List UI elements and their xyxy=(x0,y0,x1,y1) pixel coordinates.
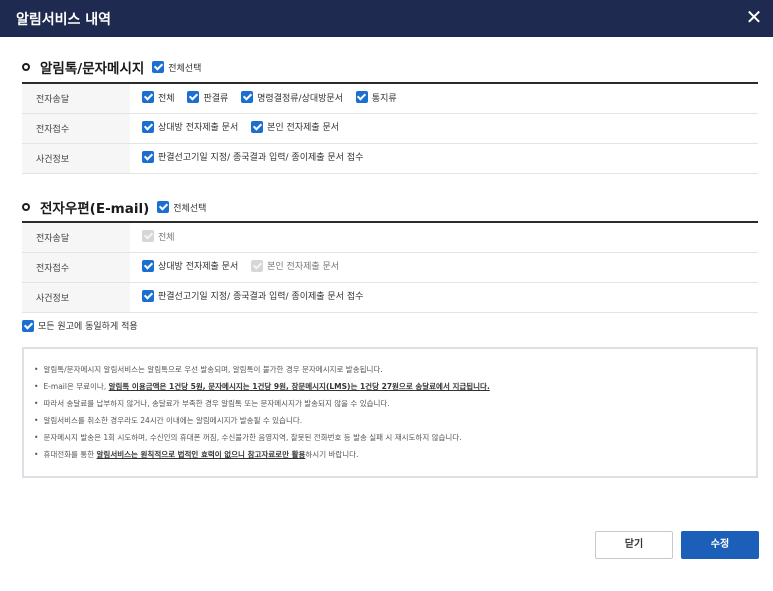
checkbox-label: 상대방 전자제출 문서 xyxy=(158,123,239,134)
notice-text: 하시기 바랍니다. xyxy=(305,450,359,459)
circle-bullet-icon xyxy=(22,63,30,71)
email-options-table: 전자송달 전체 전자접수 상대방 전자제출 문서 본인 전자제출 문서 사건정보… xyxy=(22,221,758,313)
notice-emphasis: 알림톡 이용금액은 1건당 5원, 문자메시지는 1건당 9원, 장문메시지(L… xyxy=(108,382,490,391)
row-options: 판결선고기일 지정/ 종국결과 입력/ 종이제출 문서 접수 xyxy=(130,143,758,174)
checkbox-checked-icon xyxy=(157,201,170,213)
close-button[interactable]: 닫기 xyxy=(595,531,673,559)
checkbox-checked-icon xyxy=(241,91,254,103)
notice-text: E-mail은 무료이나, xyxy=(43,382,109,391)
kakao-section-header: 알림톡/문자메시지 전체선택 xyxy=(22,57,201,77)
checkbox-checked-icon xyxy=(142,120,154,133)
checkbox-label: 전체선택 xyxy=(173,203,207,214)
email-opponent-filing-checkbox[interactable]: 상대방 전자제출 문서 xyxy=(142,259,238,272)
kakao-section-title: 알림톡/문자메시지 xyxy=(40,61,145,77)
kakao-delivery-all-checkbox[interactable]: 전체 xyxy=(142,91,175,104)
dialog-header: 알림서비스 내역 ✕ xyxy=(0,0,773,37)
checkbox-label: 상대방 전자제출 문서 xyxy=(158,262,239,273)
row-header: 사건정보 xyxy=(22,282,130,313)
checkbox-checked-icon xyxy=(142,150,154,163)
notice-item: E-mail은 무료이나, 알림톡 이용금액은 1건당 5원, 문자메시지는 1… xyxy=(34,378,756,395)
checkbox-checked-icon xyxy=(251,120,264,133)
dialog-title: 알림서비스 내역 xyxy=(16,12,112,28)
checkbox-checked-icon xyxy=(142,289,154,302)
close-icon[interactable]: ✕ xyxy=(743,6,765,28)
kakao-order-decision-checkbox[interactable]: 명령결정류/상대방문서 xyxy=(241,91,343,104)
checkbox-label: 본인 전자제출 문서 xyxy=(267,262,340,273)
table-row: 전자접수 상대방 전자제출 문서 본인 전자제출 문서 xyxy=(22,113,758,144)
email-section-header: 전자우편(E-mail) 전체선택 xyxy=(22,197,206,217)
checkbox-disabled-icon xyxy=(142,230,154,242)
notice-item: 휴대전화를 통한 알림서비스는 원칙적으로 법적인 효력이 없으니 참고자료로만… xyxy=(34,446,756,463)
notice-item: 알림톡/문자메시지 알림서비스는 알림톡으로 우선 발송되며, 알림톡이 불가한… xyxy=(34,361,756,378)
checkbox-label: 판결선고기일 지정/ 종국결과 입력/ 종이제출 문서 접수 xyxy=(158,292,364,303)
row-options: 전체 xyxy=(130,221,758,253)
checkbox-label: 본인 전자제출 문서 xyxy=(267,123,340,134)
checkbox-checked-icon xyxy=(355,91,368,103)
checkbox-checked-icon xyxy=(142,259,154,272)
apply-all-plaintiffs-checkbox[interactable]: 모든 원고에 동일하게 적용 xyxy=(22,319,138,332)
row-options: 상대방 전자제출 문서 본인 전자제출 문서 xyxy=(130,252,758,283)
checkbox-checked-icon xyxy=(22,319,34,332)
edit-button[interactable]: 수정 xyxy=(681,531,759,559)
row-header: 전자송달 xyxy=(22,82,130,114)
circle-bullet-icon xyxy=(22,203,30,211)
kakao-own-filing-checkbox[interactable]: 본인 전자제출 문서 xyxy=(251,120,339,133)
checkbox-label: 전체 xyxy=(158,232,175,243)
row-options: 판결선고기일 지정/ 종국결과 입력/ 종이제출 문서 접수 xyxy=(130,282,758,313)
table-row: 전자접수 상대방 전자제출 문서 본인 전자제출 문서 xyxy=(22,252,758,283)
notice-text: 알림톡/문자메시지 알림서비스는 알림톡으로 우선 발송되며, 알림톡이 불가한… xyxy=(43,365,383,374)
row-header: 전자송달 xyxy=(22,221,130,253)
email-delivery-all-checkbox[interactable]: 전체 xyxy=(142,230,175,243)
row-options: 전체 판결류 명령결정류/상대방문서 통지류 xyxy=(130,82,758,114)
checkbox-checked-icon xyxy=(152,61,165,73)
checkbox-disabled-icon xyxy=(251,259,264,272)
email-case-info-checkbox[interactable]: 판결선고기일 지정/ 종국결과 입력/ 종이제출 문서 접수 xyxy=(142,289,363,302)
notice-text: 휴대전화를 통한 xyxy=(43,450,97,459)
notice-text: 따라서 송달료를 납부하지 않거나, 송달료가 부족한 경우 알림톡 또는 문자… xyxy=(43,399,390,408)
checkbox-label: 전체선택 xyxy=(168,63,202,74)
checkbox-label: 전체 xyxy=(158,93,175,104)
notice-list: 알림톡/문자메시지 알림서비스는 알림톡으로 우선 발송되며, 알림톡이 불가한… xyxy=(34,361,756,463)
checkbox-label: 명령결정류/상대방문서 xyxy=(257,93,343,104)
checkbox-label: 판결류 xyxy=(203,93,229,104)
row-header: 전자접수 xyxy=(22,252,130,283)
kakao-judgment-checkbox[interactable]: 판결류 xyxy=(187,91,228,104)
kakao-options-table: 전자송달 전체 판결류 명령결정류/상대방문서 통지류 전자접수 상대방 전자제… xyxy=(22,82,758,174)
row-header: 사건정보 xyxy=(22,143,130,174)
notice-box: 알림톡/문자메시지 알림서비스는 알림톡으로 우선 발송되며, 알림톡이 불가한… xyxy=(22,347,758,478)
table-row: 사건정보 판결선고기일 지정/ 종국결과 입력/ 종이제출 문서 접수 xyxy=(22,282,758,313)
checkbox-label: 통지류 xyxy=(371,93,397,104)
notice-text: 문자메시지 발송은 1회 시도하며, 수신인의 휴대폰 꺼짐, 수신불가한 음영… xyxy=(43,433,462,442)
table-row: 전자송달 전체 xyxy=(22,221,758,253)
kakao-notice-checkbox[interactable]: 통지류 xyxy=(355,91,397,104)
row-header: 전자접수 xyxy=(22,113,130,144)
email-select-all-checkbox[interactable]: 전체선택 xyxy=(157,201,206,214)
kakao-case-info-checkbox[interactable]: 판결선고기일 지정/ 종국결과 입력/ 종이제출 문서 접수 xyxy=(142,150,363,163)
table-row: 사건정보 판결선고기일 지정/ 종국결과 입력/ 종이제출 문서 접수 xyxy=(22,143,758,174)
notice-item: 따라서 송달료를 납부하지 않거나, 송달료가 부족한 경우 알림톡 또는 문자… xyxy=(34,395,756,412)
kakao-opponent-filing-checkbox[interactable]: 상대방 전자제출 문서 xyxy=(142,120,238,133)
row-options: 상대방 전자제출 문서 본인 전자제출 문서 xyxy=(130,113,758,144)
notice-item: 알림서비스를 취소한 경우라도 24시간 이내에는 알림메시지가 발송될 수 있… xyxy=(34,412,756,429)
checkbox-checked-icon xyxy=(142,91,154,103)
checkbox-label: 모든 원고에 동일하게 적용 xyxy=(38,322,138,332)
checkbox-checked-icon xyxy=(187,91,200,103)
email-section-title: 전자우편(E-mail) xyxy=(40,201,150,217)
email-own-filing-checkbox[interactable]: 본인 전자제출 문서 xyxy=(251,259,339,272)
notice-item: 문자메시지 발송은 1회 시도하며, 수신인의 휴대폰 꺼짐, 수신불가한 음영… xyxy=(34,429,756,446)
table-row: 전자송달 전체 판결류 명령결정류/상대방문서 통지류 xyxy=(22,82,758,114)
kakao-select-all-checkbox[interactable]: 전체선택 xyxy=(152,61,201,74)
notice-text: 알림서비스를 취소한 경우라도 24시간 이내에는 알림메시지가 발송될 수 있… xyxy=(43,416,303,425)
checkbox-label: 판결선고기일 지정/ 종국결과 입력/ 종이제출 문서 접수 xyxy=(158,153,364,164)
notice-emphasis: 알림서비스는 원칙적으로 법적인 효력이 없으니 참고자료로만 활용 xyxy=(96,450,306,459)
